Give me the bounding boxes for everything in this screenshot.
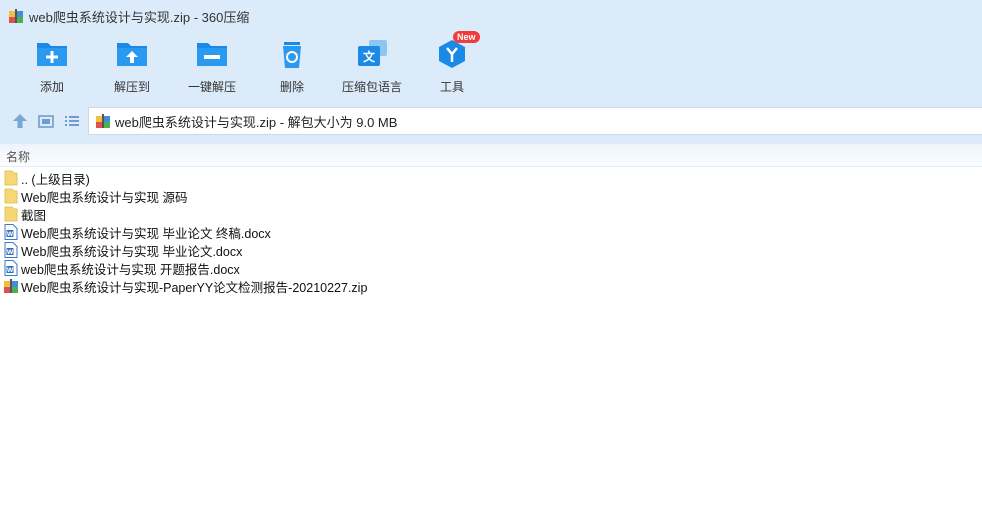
file-name: Web爬虫系统设计与实现 源码 [21, 190, 188, 205]
list-item[interactable]: Web爬虫系统设计与实现-PaperYY论文检测报告-20210227.zip [0, 277, 982, 295]
folder-icon [4, 188, 18, 204]
address-bar[interactable]: web爬虫系统设计与实现.zip - 解包大小为 9.0 MB [88, 107, 982, 135]
extract-to-icon [117, 43, 147, 66]
file-name: .. (上级目录) [21, 172, 90, 187]
tools-icon-wrap: New [435, 31, 480, 70]
delete-label: 删除 [279, 80, 304, 94]
one-click-extract-button[interactable]: 一键解压 [172, 38, 252, 100]
word-document-icon: W [4, 260, 18, 276]
toolbar: 添加 解压到 一键解压 删除 文 压缩包语言 New 工具 [0, 31, 982, 100]
thumbnail-view-icon[interactable] [37, 112, 55, 130]
word-document-icon: W [4, 224, 18, 240]
archive-language-button[interactable]: 文 压缩包语言 [332, 38, 412, 100]
folder-icon [4, 206, 18, 222]
delete-button[interactable]: 删除 [252, 38, 332, 100]
file-name: Web爬虫系统设计与实现-PaperYY论文检测报告-20210227.zip [21, 280, 368, 295]
zip-file-icon [96, 114, 110, 128]
list-item[interactable]: 截图 [0, 205, 982, 223]
list-item[interactable]: Web爬虫系统设计与实现 源码 [0, 187, 982, 205]
one-click-extract-icon [197, 43, 227, 66]
list-item[interactable]: W web爬虫系统设计与实现 开题报告.docx [0, 259, 982, 277]
list-item[interactable]: .. (上级目录) [0, 169, 982, 187]
zip-file-icon [4, 279, 18, 293]
folder-icon [4, 170, 18, 186]
archive-language-label: 压缩包语言 [341, 80, 402, 94]
file-name: Web爬虫系统设计与实现 毕业论文.docx [21, 244, 243, 259]
column-header-label: 名称 [6, 150, 31, 164]
list-item[interactable]: W Web爬虫系统设计与实现 毕业论文 终稿.docx [0, 223, 982, 241]
svg-text:W: W [7, 231, 14, 238]
extract-to-button[interactable]: 解压到 [92, 38, 172, 100]
add-label: 添加 [39, 80, 64, 94]
delete-icon [283, 42, 301, 68]
file-list: .. (上级目录) Web爬虫系统设计与实现 源码 截图 W Web爬虫系统设计… [0, 169, 982, 295]
list-view-icon[interactable] [63, 112, 81, 130]
tools-button[interactable]: New 工具 [412, 31, 492, 100]
zip-app-icon [9, 9, 23, 23]
svg-text:文: 文 [363, 49, 376, 64]
svg-text:W: W [7, 267, 14, 274]
file-name: Web爬虫系统设计与实现 毕业论文 终稿.docx [21, 226, 271, 241]
new-badge: New [453, 31, 480, 43]
tools-label: 工具 [439, 80, 464, 94]
file-name: web爬虫系统设计与实现 开题报告.docx [21, 262, 240, 277]
address-text: web爬虫系统设计与实现.zip - 解包大小为 9.0 MB [115, 114, 398, 130]
svg-text:W: W [7, 249, 14, 256]
archive-language-icon: 文 [358, 40, 387, 66]
extract-to-label: 解压到 [113, 80, 150, 94]
list-item[interactable]: W Web爬虫系统设计与实现 毕业论文.docx [0, 241, 982, 259]
navigation-bar: web爬虫系统设计与实现.zip - 解包大小为 9.0 MB [0, 100, 982, 144]
file-name: 截图 [21, 208, 47, 223]
column-header-name[interactable]: 名称 [0, 144, 982, 167]
add-button[interactable]: 添加 [12, 38, 92, 100]
title-bar: web爬虫系统设计与实现.zip - 360压缩 [0, 0, 982, 32]
add-folder-icon [37, 43, 67, 66]
window-title: web爬虫系统设计与实现.zip - 360压缩 [29, 9, 250, 25]
word-document-icon: W [4, 242, 18, 258]
one-click-extract-label: 一键解压 [187, 80, 236, 94]
up-arrow-icon[interactable] [11, 112, 29, 130]
